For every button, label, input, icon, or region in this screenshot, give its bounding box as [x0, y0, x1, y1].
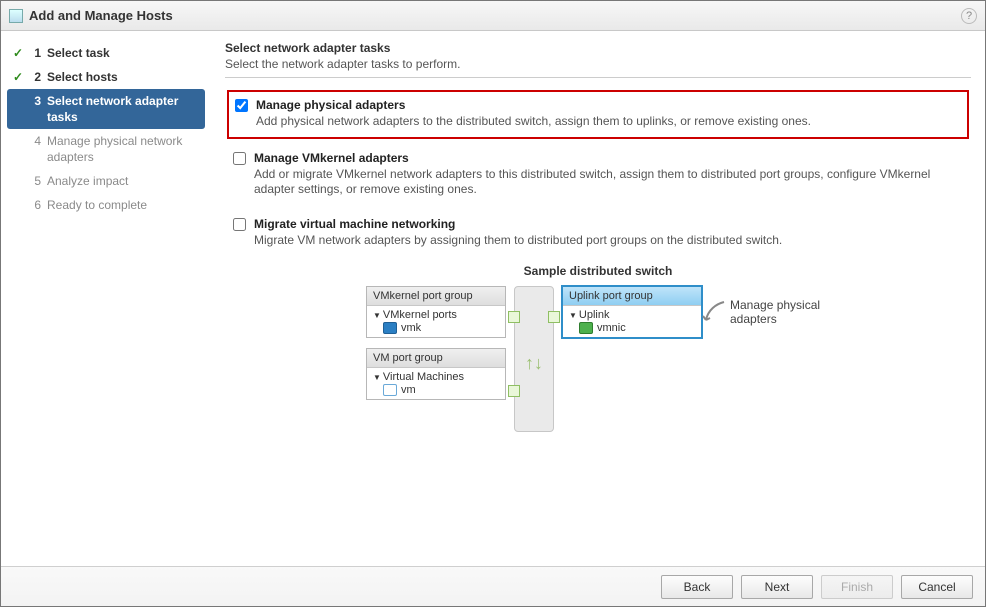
task-manage-vmkernel-adapters: Manage VMkernel adapters Add or migrate … [227, 145, 969, 205]
page-subtitle: Select the network adapter tasks to perf… [225, 57, 971, 71]
step-analyze-impact: 5 Analyze impact [1, 169, 211, 193]
uplink-row: ▼Uplink [569, 309, 695, 321]
switch-port-icon [508, 311, 520, 323]
step-select-task[interactable]: ✓ 1 Select task [1, 41, 211, 65]
wizard-icon [9, 9, 23, 23]
back-button[interactable]: Back [661, 575, 733, 599]
step-number: 4 [31, 133, 41, 149]
task-title: Migrate virtual machine networking [254, 217, 782, 231]
next-button[interactable]: Next [741, 575, 813, 599]
step-select-hosts[interactable]: ✓ 2 Select hosts [1, 65, 211, 89]
virtual-machines-row: ▼Virtual Machines [373, 371, 499, 383]
vm-item: vm [373, 383, 499, 397]
cancel-button[interactable]: Cancel [901, 575, 973, 599]
wizard-body: ✓ 1 Select task ✓ 2 Select hosts 3 Selec… [1, 31, 985, 566]
vmkernel-port-group: VMkernel port group ▼VMkernel ports vmk [366, 286, 506, 338]
group-body: ▼Uplink vmnic [563, 306, 701, 337]
task-text: Migrate virtual machine networking Migra… [254, 217, 782, 248]
step-number: 3 [31, 93, 41, 109]
step-label: Manage physical network adapters [47, 133, 201, 165]
help-icon[interactable]: ? [961, 8, 977, 24]
step-label: Select hosts [47, 69, 201, 85]
step-ready-to-complete: 6 Ready to complete [1, 193, 211, 217]
finish-button: Finish [821, 575, 893, 599]
sample-diagram-section: Sample distributed switch VMkernel port … [225, 264, 971, 432]
task-checkbox-vmkernel[interactable] [233, 152, 246, 165]
task-checkbox-physical[interactable] [235, 99, 248, 112]
wizard-main: Select network adapter tasks Select the … [211, 31, 985, 566]
group-body: ▼Virtual Machines vm [367, 368, 505, 399]
virtual-machines-label: Virtual Machines [383, 371, 464, 383]
diagram-column-right: Uplink port group ▼Uplink vmnic [562, 286, 830, 338]
vmnic-label: vmnic [597, 322, 626, 334]
uplink-downlink-arrows-icon: ↑↓ [525, 357, 543, 369]
task-desc: Migrate VM network adapters by assigning… [254, 233, 782, 248]
uplink-port-group: Uplink port group ▼Uplink vmnic [562, 286, 702, 338]
step-number: 6 [31, 197, 41, 213]
task-manage-physical-adapters: Manage physical adapters Add physical ne… [227, 90, 969, 139]
step-network-adapter-tasks[interactable]: 3 Select network adapter tasks [7, 89, 205, 129]
group-body: ▼VMkernel ports vmk [367, 306, 505, 337]
window-title: Add and Manage Hosts [29, 8, 173, 23]
callout-text: Manage physical adapters [730, 298, 830, 326]
group-header: VM port group [367, 349, 505, 368]
step-label: Analyze impact [47, 173, 201, 189]
uplink-label: Uplink [579, 309, 610, 321]
diagram: VMkernel port group ▼VMkernel ports vmk … [225, 286, 971, 432]
check-icon: ✓ [11, 69, 25, 85]
vmkernel-ports-label: VMkernel ports [383, 309, 457, 321]
task-migrate-vm-networking: Migrate virtual machine networking Migra… [227, 211, 969, 256]
callout-arrow-icon [702, 300, 726, 324]
page-title: Select network adapter tasks [225, 41, 971, 55]
step-label: Select network adapter tasks [47, 93, 201, 125]
task-desc: Add physical network adapters to the dis… [256, 114, 811, 129]
nic-icon [579, 322, 593, 334]
switch-port-icon [548, 311, 560, 323]
vmk-item: vmk [373, 321, 499, 335]
wizard-footer: Back Next Finish Cancel [1, 566, 985, 606]
wizard-window: Add and Manage Hosts ? ✓ 1 Select task ✓… [0, 0, 986, 607]
vm-label: vm [401, 384, 416, 396]
switch-port-icon [508, 385, 520, 397]
task-checkbox-migrate[interactable] [233, 218, 246, 231]
vmnic-item: vmnic [569, 321, 695, 335]
task-text: Manage VMkernel adapters Add or migrate … [254, 151, 961, 197]
step-label: Select task [47, 45, 201, 61]
vmk-icon [383, 322, 397, 334]
uplink-with-callout: Uplink port group ▼Uplink vmnic [562, 286, 830, 338]
vmkernel-ports-row: ▼VMkernel ports [373, 309, 499, 321]
task-text: Manage physical adapters Add physical ne… [256, 98, 811, 129]
titlebar: Add and Manage Hosts ? [1, 1, 985, 31]
switch-spine: ↑↓ [514, 286, 554, 432]
vm-port-group: VM port group ▼Virtual Machines vm [366, 348, 506, 400]
step-number: 2 [31, 69, 41, 85]
step-number: 1 [31, 45, 41, 61]
diagram-column-left: VMkernel port group ▼VMkernel ports vmk … [366, 286, 506, 400]
wizard-steps-sidebar: ✓ 1 Select task ✓ 2 Select hosts 3 Selec… [1, 31, 211, 566]
group-header: Uplink port group [563, 287, 701, 306]
vm-icon [383, 384, 397, 396]
step-number: 5 [31, 173, 41, 189]
group-header: VMkernel port group [367, 287, 505, 306]
task-title: Manage VMkernel adapters [254, 151, 961, 165]
sample-title: Sample distributed switch [225, 264, 971, 278]
divider [225, 77, 971, 78]
task-title: Manage physical adapters [256, 98, 811, 112]
task-desc: Add or migrate VMkernel network adapters… [254, 167, 961, 197]
step-label: Ready to complete [47, 197, 201, 213]
check-icon: ✓ [11, 45, 25, 61]
vmk-label: vmk [401, 322, 421, 334]
step-manage-physical-adapters: 4 Manage physical network adapters [1, 129, 211, 169]
